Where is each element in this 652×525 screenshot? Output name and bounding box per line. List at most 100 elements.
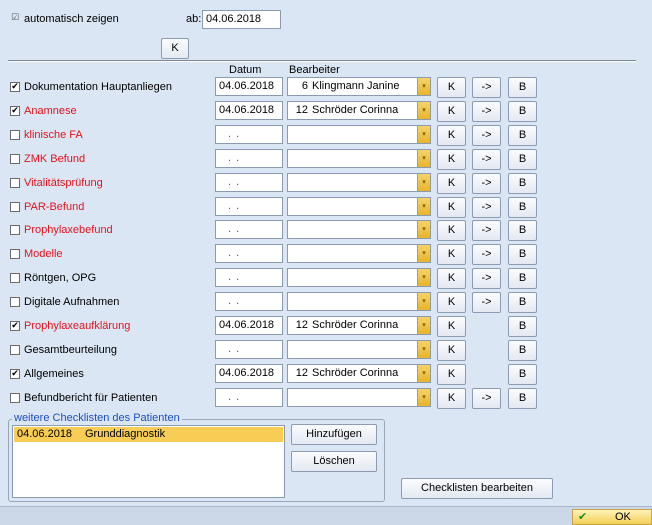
row-checkbox[interactable] xyxy=(10,202,20,212)
row-bearbeiter-select[interactable]: 6 Klingmann Janine ▾ xyxy=(287,77,431,96)
row-checkbox[interactable] xyxy=(10,225,20,235)
row-date-input[interactable]: 04.06.2018 xyxy=(215,316,283,335)
row-bearbeiter-select[interactable]: ▾ xyxy=(287,149,431,168)
row-arrow-button[interactable]: -> xyxy=(472,101,501,122)
row-b-button[interactable]: B xyxy=(508,77,537,98)
row-b-button[interactable]: B xyxy=(508,340,537,361)
row-checkbox[interactable] xyxy=(10,393,20,403)
row-checkbox[interactable]: ✔ xyxy=(10,106,20,116)
dropdown-arrow-icon[interactable]: ▾ xyxy=(417,317,430,334)
edit-checklists-button[interactable]: Checklisten bearbeiten xyxy=(401,478,553,499)
dropdown-arrow-icon[interactable]: ▾ xyxy=(417,269,430,286)
dropdown-arrow-icon[interactable]: ▾ xyxy=(417,365,430,382)
row-checkbox[interactable] xyxy=(10,130,20,140)
row-b-button[interactable]: B xyxy=(508,173,537,194)
row-arrow-button[interactable]: -> xyxy=(472,268,501,289)
row-b-button[interactable]: B xyxy=(508,149,537,170)
row-arrow-button[interactable]: -> xyxy=(472,220,501,241)
dropdown-arrow-icon[interactable]: ▾ xyxy=(417,245,430,262)
row-b-button[interactable]: B xyxy=(508,220,537,241)
row-date-input[interactable]: 04.06.2018 xyxy=(215,77,283,96)
row-bearbeiter-select[interactable]: 12 Schröder Corinna ▾ xyxy=(287,364,431,383)
row-k-button[interactable]: K xyxy=(437,340,466,361)
row-bearbeiter-select[interactable]: ▾ xyxy=(287,244,431,263)
auto-show-checkbox[interactable]: ☑ xyxy=(10,14,20,24)
row-b-button[interactable]: B xyxy=(508,316,537,337)
row-date-input[interactable]: . . xyxy=(215,292,283,311)
row-b-button[interactable]: B xyxy=(508,292,537,313)
dropdown-arrow-icon[interactable]: ▾ xyxy=(417,389,430,406)
row-bearbeiter-select[interactable]: ▾ xyxy=(287,220,431,239)
row-arrow-button[interactable]: -> xyxy=(472,292,501,313)
row-checkbox[interactable] xyxy=(10,249,20,259)
row-k-button[interactable]: K xyxy=(437,316,466,337)
delete-checklist-button[interactable]: Löschen xyxy=(291,451,377,472)
row-date-input[interactable]: . . xyxy=(215,197,283,216)
dropdown-arrow-icon[interactable]: ▾ xyxy=(417,78,430,95)
top-k-button[interactable]: K xyxy=(161,38,189,59)
row-k-button[interactable]: K xyxy=(437,364,466,385)
row-checkbox[interactable] xyxy=(10,178,20,188)
row-b-button[interactable]: B xyxy=(508,125,537,146)
row-checkbox[interactable] xyxy=(10,297,20,307)
dropdown-arrow-icon[interactable]: ▾ xyxy=(417,341,430,358)
row-bearbeiter-select[interactable]: ▾ xyxy=(287,197,431,216)
row-b-button[interactable]: B xyxy=(508,268,537,289)
row-arrow-button[interactable]: -> xyxy=(472,149,501,170)
row-arrow-button[interactable]: -> xyxy=(472,197,501,218)
dropdown-arrow-icon[interactable]: ▾ xyxy=(417,293,430,310)
row-date-input[interactable]: 04.06.2018 xyxy=(215,101,283,120)
row-b-button[interactable]: B xyxy=(508,197,537,218)
row-k-button[interactable]: K xyxy=(437,388,466,409)
add-checklist-button[interactable]: Hinzufügen xyxy=(291,424,377,445)
row-arrow-button[interactable]: -> xyxy=(472,173,501,194)
row-date-input[interactable]: . . xyxy=(215,125,283,144)
row-k-button[interactable]: K xyxy=(437,268,466,289)
row-k-button[interactable]: K xyxy=(437,292,466,313)
row-checkbox[interactable]: ✔ xyxy=(10,321,20,331)
row-bearbeiter-select[interactable]: 12 Schröder Corinna ▾ xyxy=(287,316,431,335)
row-checkbox[interactable] xyxy=(10,273,20,283)
dropdown-arrow-icon[interactable]: ▾ xyxy=(417,221,430,238)
checklists-listbox[interactable]: 04.06.2018 Grunddiagnostik xyxy=(12,425,285,498)
row-b-button[interactable]: B xyxy=(508,244,537,265)
row-bearbeiter-select[interactable]: ▾ xyxy=(287,388,431,407)
row-bearbeiter-select[interactable]: ▾ xyxy=(287,173,431,192)
row-k-button[interactable]: K xyxy=(437,125,466,146)
row-checkbox[interactable] xyxy=(10,154,20,164)
row-arrow-button[interactable]: -> xyxy=(472,244,501,265)
row-date-input[interactable]: 04.06.2018 xyxy=(215,364,283,383)
row-bearbeiter-select[interactable]: ▾ xyxy=(287,268,431,287)
row-date-input[interactable]: . . xyxy=(215,173,283,192)
row-b-button[interactable]: B xyxy=(508,364,537,385)
row-bearbeiter-select[interactable]: ▾ xyxy=(287,292,431,311)
row-bearbeiter-select[interactable]: ▾ xyxy=(287,125,431,144)
row-bearbeiter-select[interactable]: 12 Schröder Corinna ▾ xyxy=(287,101,431,120)
dropdown-arrow-icon[interactable]: ▾ xyxy=(417,198,430,215)
row-arrow-button[interactable]: -> xyxy=(472,125,501,146)
row-k-button[interactable]: K xyxy=(437,220,466,241)
row-k-button[interactable]: K xyxy=(437,197,466,218)
row-arrow-button[interactable]: -> xyxy=(472,388,501,409)
row-date-input[interactable]: . . xyxy=(215,220,283,239)
row-k-button[interactable]: K xyxy=(437,244,466,265)
row-date-input[interactable]: . . xyxy=(215,149,283,168)
row-b-button[interactable]: B xyxy=(508,101,537,122)
row-checkbox[interactable] xyxy=(10,345,20,355)
row-date-input[interactable]: . . xyxy=(215,388,283,407)
row-arrow-button[interactable]: -> xyxy=(472,77,501,98)
row-k-button[interactable]: K xyxy=(437,173,466,194)
dropdown-arrow-icon[interactable]: ▾ xyxy=(417,174,430,191)
row-checkbox[interactable]: ✔ xyxy=(10,82,20,92)
row-checkbox[interactable]: ✔ xyxy=(10,369,20,379)
row-date-input[interactable]: . . xyxy=(215,268,283,287)
dropdown-arrow-icon[interactable]: ▾ xyxy=(417,126,430,143)
list-item[interactable]: 04.06.2018 Grunddiagnostik xyxy=(14,427,283,442)
row-bearbeiter-select[interactable]: ▾ xyxy=(287,340,431,359)
dropdown-arrow-icon[interactable]: ▾ xyxy=(417,150,430,167)
row-b-button[interactable]: B xyxy=(508,388,537,409)
ok-button[interactable]: ✔ OK xyxy=(572,509,652,525)
row-date-input[interactable]: . . xyxy=(215,244,283,263)
row-k-button[interactable]: K xyxy=(437,149,466,170)
row-k-button[interactable]: K xyxy=(437,77,466,98)
